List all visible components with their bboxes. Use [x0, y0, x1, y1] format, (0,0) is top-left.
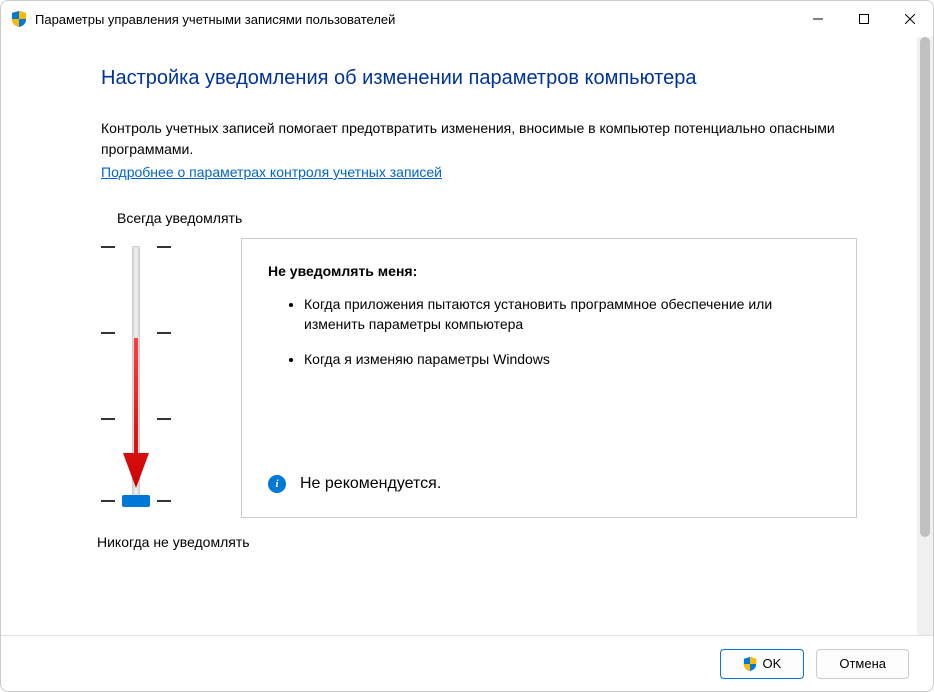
notification-slider[interactable] — [101, 238, 171, 518]
info-list-item: Когда я изменяю параметры Windows — [304, 350, 830, 370]
cancel-button[interactable]: Отмена — [816, 649, 909, 679]
slider-tick — [101, 246, 171, 248]
info-title: Не уведомлять меня: — [268, 263, 830, 279]
ok-button[interactable]: OK — [720, 649, 805, 679]
info-panel: Не уведомлять меня: Когда приложения пыт… — [241, 238, 857, 518]
window-controls — [795, 1, 933, 37]
info-icon: i — [268, 475, 286, 493]
page-heading: Настройка уведомления об изменении парам… — [101, 67, 857, 90]
learn-more-link[interactable]: Подробнее о параметрах контроля учетных … — [101, 164, 442, 180]
info-list-item: Когда приложения пытаются установить про… — [304, 295, 830, 334]
page-description: Контроль учетных записей помогает предот… — [101, 118, 857, 160]
titlebar: Параметры управления учетными записями п… — [1, 1, 933, 37]
slider-tick — [101, 418, 171, 420]
slider-track — [132, 246, 140, 506]
minimize-button[interactable] — [795, 1, 841, 37]
slider-tick — [101, 332, 171, 334]
uac-shield-icon — [743, 657, 757, 671]
window-title: Параметры управления учетными записями п… — [35, 12, 795, 27]
scrollbar-thumb[interactable] — [920, 37, 930, 537]
info-footer-text: Не рекомендуется. — [300, 475, 441, 493]
dialog-footer: OK Отмена — [1, 635, 933, 691]
main-content: Настройка уведомления об изменении парам… — [1, 37, 917, 635]
vertical-scrollbar[interactable] — [917, 37, 933, 635]
close-button[interactable] — [887, 1, 933, 37]
uac-shield-icon — [11, 11, 27, 27]
slider-label-never: Никогда не уведомлять — [97, 534, 857, 550]
slider-thumb[interactable] — [122, 495, 150, 507]
cancel-button-label: Отмена — [839, 656, 886, 671]
ok-button-label: OK — [763, 656, 782, 671]
maximize-button[interactable] — [841, 1, 887, 37]
slider-label-always: Всегда уведомлять — [117, 210, 857, 226]
